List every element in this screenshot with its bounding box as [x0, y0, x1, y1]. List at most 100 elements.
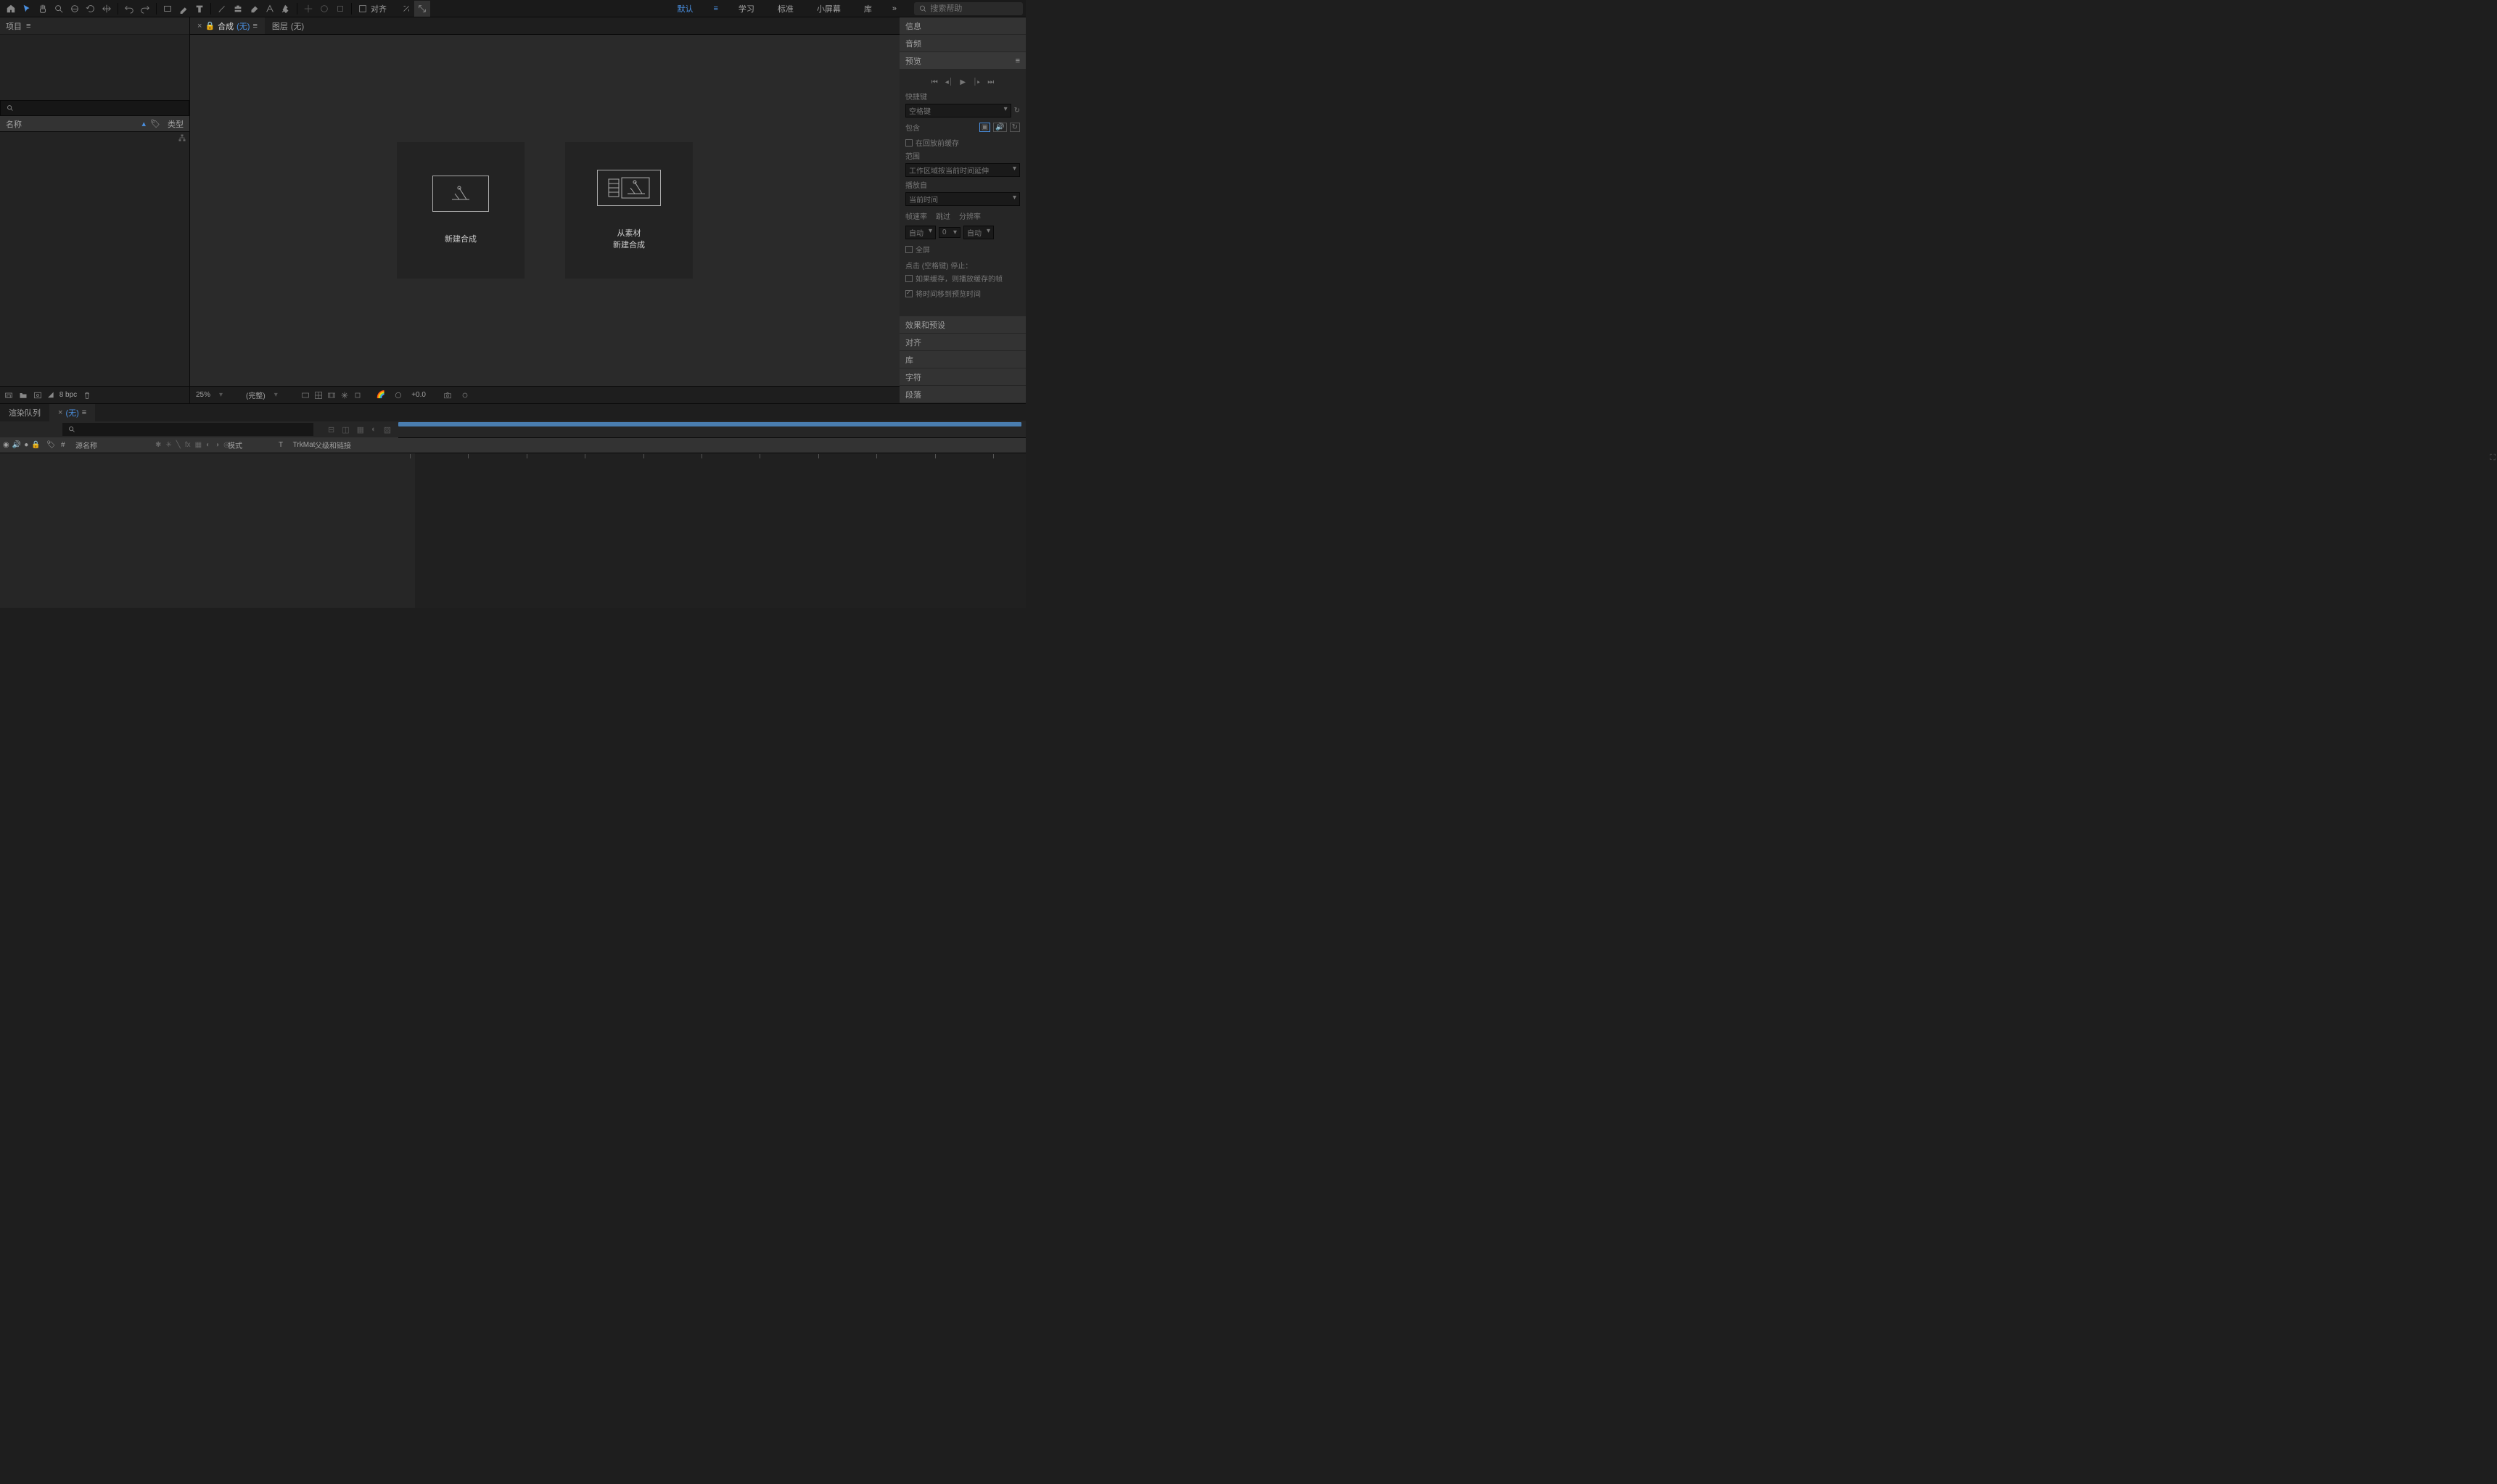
last-frame-icon[interactable]: ⏭: [987, 78, 994, 86]
lock-icon[interactable]: 🔒: [205, 21, 215, 30]
play-icon[interactable]: ▶: [960, 78, 966, 86]
paragraph-panel-header[interactable]: 段落: [900, 386, 1026, 403]
col-mode[interactable]: 模式: [228, 440, 242, 450]
frameblend-col-icon[interactable]: ▦: [195, 441, 202, 449]
solo-icon[interactable]: ●: [24, 441, 28, 449]
info-panel-header[interactable]: 信息: [900, 17, 1026, 35]
resolution-dropdown[interactable]: (完整): [246, 389, 266, 400]
undo-icon[interactable]: [121, 1, 137, 17]
fps-select[interactable]: 自动▾: [905, 226, 936, 239]
work-area-bar[interactable]: [398, 422, 1021, 426]
exposure-value[interactable]: +0.0: [411, 391, 426, 399]
axis-world-icon[interactable]: [316, 1, 332, 17]
timeline-tracks[interactable]: ⛶: [415, 453, 1026, 608]
rotate-tool-icon[interactable]: [83, 1, 99, 17]
movetime-checkbox[interactable]: [905, 290, 913, 297]
timeline-zoom-out-icon[interactable]: ⛶: [2490, 453, 2496, 463]
workspace-small[interactable]: 小屏幕: [814, 3, 844, 15]
layer-tab[interactable]: 图层 (无): [265, 17, 311, 34]
view-options[interactable]: [301, 391, 362, 400]
expand-icon[interactable]: [414, 1, 430, 17]
preview-panel-header[interactable]: 预览 ≡: [900, 52, 1026, 70]
selection-tool-icon[interactable]: [19, 1, 35, 17]
collapse-icon[interactable]: [398, 1, 414, 17]
shy-icon[interactable]: ✱: [155, 441, 161, 449]
include-audio-icon[interactable]: 🔊: [993, 123, 1006, 132]
trash-icon[interactable]: [83, 391, 91, 400]
character-panel-header[interactable]: 字符: [900, 368, 1026, 386]
adjustment-icon[interactable]: ◢: [48, 391, 54, 399]
timeline-body[interactable]: ⛶: [0, 453, 1026, 608]
axis-view-icon[interactable]: [332, 1, 348, 17]
tab-menu-icon[interactable]: ≡: [252, 22, 257, 30]
preview-menu-icon[interactable]: ≡: [1016, 57, 1020, 65]
effects-panel-header[interactable]: 效果和预设: [900, 316, 1026, 334]
folder-icon[interactable]: [19, 391, 28, 400]
eraser-tool-icon[interactable]: [246, 1, 262, 17]
timeline-ruler[interactable]: [398, 421, 1026, 438]
graph-editor-icon[interactable]: ▨: [384, 425, 391, 434]
puppet-tool-icon[interactable]: [278, 1, 294, 17]
tag-icon[interactable]: 🏷: [150, 119, 160, 128]
col-type[interactable]: 类型: [168, 118, 184, 130]
quality-icon[interactable]: ╲: [176, 441, 181, 449]
workspace-menu-icon[interactable]: ≡: [713, 4, 717, 13]
lock-col-icon[interactable]: 🔒: [31, 441, 40, 449]
clone-stamp-tool-icon[interactable]: [230, 1, 246, 17]
color-mgmt-icon[interactable]: 🌈: [377, 391, 385, 399]
shortcut-select[interactable]: 空格键▾: [905, 104, 1011, 118]
timeline-search[interactable]: [62, 423, 313, 436]
fullscreen-checkbox[interactable]: [905, 246, 913, 253]
type-tool-icon[interactable]: [192, 1, 207, 17]
composition-tab[interactable]: × 🔒 合成 (无) ≡: [190, 17, 265, 34]
col-name[interactable]: 名称: [6, 118, 142, 130]
flowchart-icon[interactable]: [178, 133, 186, 142]
zoom-tool-icon[interactable]: [51, 1, 67, 17]
show-snapshot-icon[interactable]: [461, 391, 469, 400]
project-menu-icon[interactable]: ≡: [26, 22, 30, 30]
tab-menu-icon[interactable]: ≡: [82, 408, 86, 417]
collapse-transform-icon[interactable]: ✳: [165, 441, 171, 449]
redo-icon[interactable]: [137, 1, 153, 17]
axis-local-icon[interactable]: [300, 1, 316, 17]
timeline-layers[interactable]: [0, 453, 415, 608]
snap-checkbox-icon[interactable]: [355, 1, 371, 17]
rectangle-tool-icon[interactable]: [160, 1, 176, 17]
search-help-box[interactable]: [914, 2, 1023, 15]
interpret-icon[interactable]: [4, 391, 13, 400]
sort-icon[interactable]: ▴: [142, 119, 147, 128]
exposure-reset-icon[interactable]: [394, 391, 403, 400]
render-queue-tab[interactable]: 渲染队列: [0, 404, 49, 421]
range-select[interactable]: 工作区域按当前时间延伸▾: [905, 163, 1020, 177]
res-select[interactable]: 自动▾: [963, 226, 994, 239]
zoom-dropdown[interactable]: 25%: [196, 391, 210, 399]
align-panel-header[interactable]: 对齐: [900, 334, 1026, 351]
draft3d-icon[interactable]: ◫: [342, 425, 349, 434]
new-composition-card[interactable]: 新建合成: [397, 142, 525, 279]
timeline-search-input[interactable]: [77, 425, 309, 434]
timeline-none-tab[interactable]: × (无) ≡: [49, 404, 95, 421]
fx-icon[interactable]: fx: [185, 441, 191, 449]
home-icon[interactable]: [3, 1, 19, 17]
col-parent[interactable]: 父级和链接: [315, 440, 351, 450]
bpc[interactable]: 8 bpc: [59, 391, 77, 399]
pan-behind-tool-icon[interactable]: [99, 1, 115, 17]
workspace-default[interactable]: 默认: [674, 3, 696, 15]
project-list[interactable]: [0, 132, 189, 379]
label-col-icon[interactable]: 🏷: [46, 441, 56, 449]
project-search[interactable]: [0, 100, 189, 116]
playfrom-select[interactable]: 当前时间▾: [905, 192, 1020, 206]
include-overlay-icon[interactable]: ↻: [1010, 123, 1020, 132]
skip-select[interactable]: 0▾: [939, 227, 960, 238]
orbit-tool-icon[interactable]: [67, 1, 83, 17]
prev-frame-icon[interactable]: ◂⏐: [945, 78, 953, 86]
comp-from-footage-card[interactable]: 从素材新建合成: [565, 142, 693, 279]
project-panel-header[interactable]: 项目 ≡: [0, 17, 189, 35]
motionblur-col-icon[interactable]: ◐: [206, 441, 210, 449]
search-help-input[interactable]: [930, 4, 1019, 13]
audio-icon[interactable]: 🔊: [12, 441, 21, 449]
adjustment-col-icon[interactable]: ◑: [215, 441, 219, 449]
snapshot-icon[interactable]: [443, 391, 452, 400]
new-comp-icon[interactable]: [33, 391, 42, 400]
ifcached-checkbox[interactable]: [905, 275, 913, 282]
